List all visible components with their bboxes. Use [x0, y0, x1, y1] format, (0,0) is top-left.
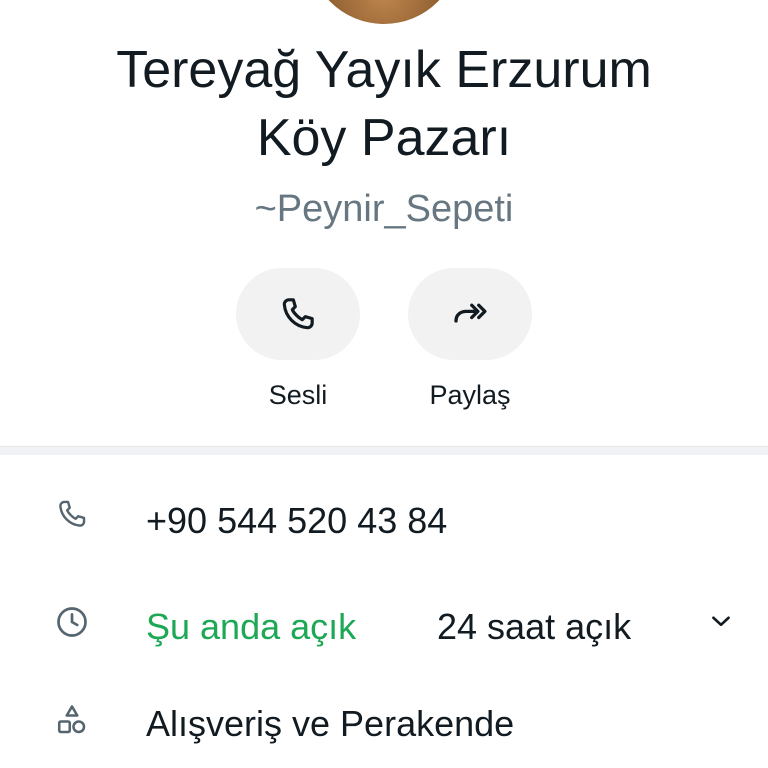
open-status: Şu anda açık [146, 606, 357, 647]
share-action[interactable]: Paylaş [408, 268, 532, 410]
business-username: ~Peynir_Sepeti [254, 188, 514, 230]
voice-call-label: Sesli [268, 380, 328, 410]
share-button[interactable] [408, 268, 532, 360]
phone-number[interactable]: +90 544 520 43 84 [146, 499, 447, 543]
business-category: Alışveriş ve Perakende [146, 703, 515, 744]
voice-call-action[interactable]: Sesli [236, 268, 360, 410]
profile-avatar[interactable] [308, 0, 460, 24]
business-name-line-2: Köy Pazarı [256, 109, 512, 167]
business-name: Tereyağ Yayık Erzurum Köy Pazarı [0, 36, 768, 172]
clock-icon [54, 604, 90, 640]
phone-icon [282, 298, 314, 330]
business-name-line-1: Tereyağ Yayık Erzurum [116, 41, 652, 99]
phone-icon [54, 496, 90, 532]
business-hours: 24 saat açık [437, 606, 632, 647]
shapes-icon [54, 702, 90, 738]
voice-call-button[interactable] [236, 268, 360, 360]
share-label: Paylaş [429, 380, 511, 410]
chevron-down-icon[interactable] [706, 606, 736, 636]
section-divider [0, 446, 768, 455]
business-profile-page: Tereyağ Yayık Erzurum Köy Pazarı ~Peynir… [0, 0, 768, 768]
share-forward-icon [454, 303, 487, 323]
